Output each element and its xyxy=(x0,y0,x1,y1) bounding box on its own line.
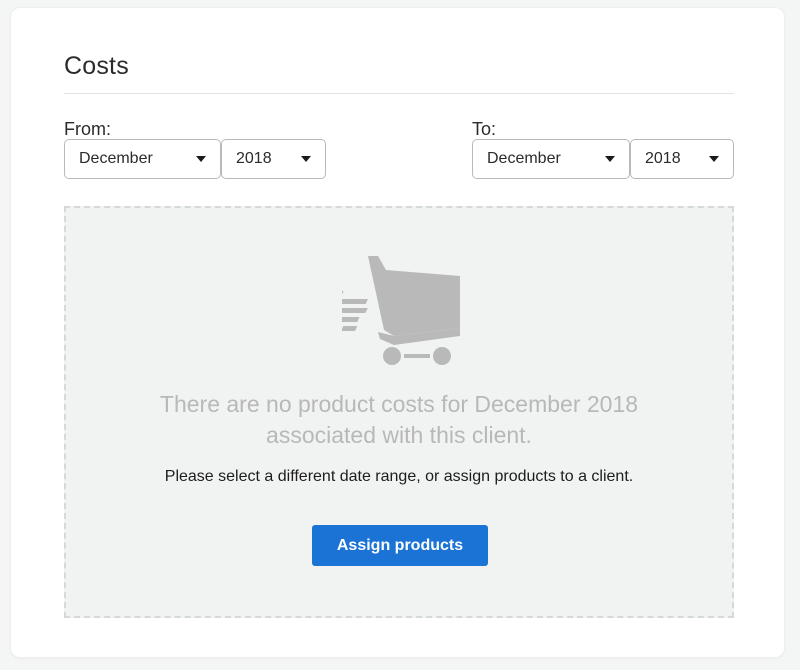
to-year-value: 2018 xyxy=(645,150,681,167)
empty-state-message-line1: There are no product costs for December … xyxy=(159,391,639,417)
chevron-down-icon xyxy=(301,156,311,162)
chevron-down-icon xyxy=(709,156,719,162)
empty-state-message-line2: associated with this client. xyxy=(266,422,532,448)
from-year-value: 2018 xyxy=(236,150,272,167)
empty-state-message: There are no product costs for December … xyxy=(66,389,732,451)
from-year-select[interactable]: 2018 xyxy=(221,139,326,179)
to-label: To: xyxy=(472,119,497,139)
empty-state-panel: There are no product costs for December … xyxy=(64,206,734,618)
from-label: From: xyxy=(64,119,111,139)
shopping-cart-icon xyxy=(342,256,460,365)
title-divider xyxy=(64,93,734,94)
from-month-select[interactable]: December xyxy=(64,139,221,179)
to-month-value: December xyxy=(487,150,561,167)
to-year-select[interactable]: 2018 xyxy=(630,139,734,179)
chevron-down-icon xyxy=(605,156,615,162)
chevron-down-icon xyxy=(196,156,206,162)
to-month-select[interactable]: December xyxy=(472,139,630,179)
page-title: Costs xyxy=(64,52,129,80)
empty-state-hint: Please select a different date range, or… xyxy=(164,468,634,485)
assign-products-button[interactable]: Assign products xyxy=(312,525,488,566)
from-month-value: December xyxy=(79,150,153,167)
costs-card: Costs From: December 2018 To: December 2… xyxy=(11,8,784,657)
